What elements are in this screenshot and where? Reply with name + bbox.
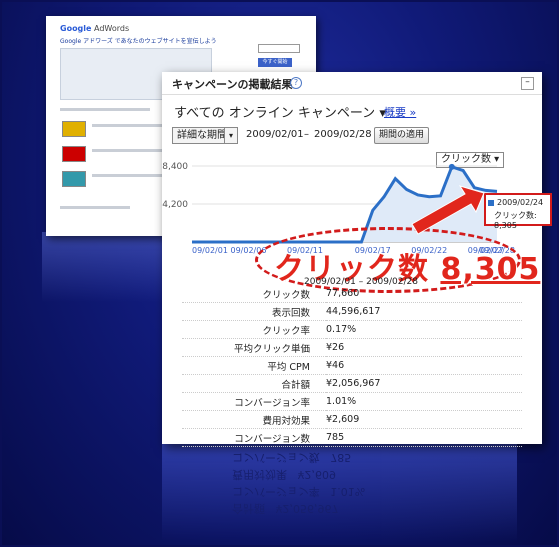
adwords-logo: Google AdWords: [60, 24, 130, 33]
stage: コンバージョン数 785 費用対効果 ¥2,609 コンバージョン率 1.01%…: [0, 0, 559, 547]
stat-label: コンバージョン数: [182, 428, 326, 447]
stat-label: 合計額: [182, 374, 326, 393]
stat-label: クリック率: [182, 320, 326, 339]
table-row: 合計額 ¥2,056,967: [182, 374, 522, 393]
reflection-row-text: コンバージョン率 1.01%: [232, 485, 366, 498]
logo-thumb: [62, 121, 86, 137]
stat-value: ¥26: [326, 338, 522, 357]
text-line: [60, 108, 150, 111]
table-row: 表示回数 44,596,617: [182, 302, 522, 321]
stat-label: 平均 CPM: [182, 356, 326, 375]
back-page-reflection: [42, 232, 172, 302]
stat-value: ¥2,609: [326, 410, 522, 429]
login-field: [258, 44, 300, 53]
stat-label: コンバージョン率: [182, 392, 326, 411]
logo-thumb: [62, 146, 86, 162]
table-row: 費用対効果 ¥2,609: [182, 410, 522, 429]
reflection-row-text: 合計額 ¥2,056,967: [232, 502, 339, 515]
table-row: クリック数 77,660: [182, 285, 522, 303]
callout-arrow: [411, 185, 485, 235]
campaign-results-panel: キャンペーンの掲載結果 ? – すべての オンライン キャンペーン ▾ 概要 »…: [162, 72, 552, 447]
stat-value: ¥46: [326, 356, 522, 375]
stat-value: 1.01%: [326, 392, 522, 411]
reflection-row-text: 費用対効果 ¥2,609: [232, 468, 336, 481]
stat-label: 平均クリック単価: [182, 338, 326, 357]
arrow-icon: [411, 185, 485, 235]
stat-value: 0.17%: [326, 320, 522, 339]
logo-thumb: [62, 171, 86, 187]
table-row: コンバージョン数 785: [182, 428, 522, 447]
table-row: クリック率 0.17%: [182, 320, 522, 339]
table-row: コンバージョン率 1.01%: [182, 392, 522, 411]
stat-value: ¥2,056,967: [326, 374, 522, 393]
panel-reflection: コンバージョン数 785 費用対効果 ¥2,609 コンバージョン率 1.01%…: [162, 442, 517, 542]
stat-value: 44,596,617: [326, 302, 522, 321]
table-row: 平均 CPM ¥46: [182, 356, 522, 375]
stat-label: クリック数: [182, 285, 326, 303]
text-line: [60, 206, 130, 209]
stat-value: 77,660: [326, 285, 522, 303]
reflection-row-text: コンバージョン数 785: [232, 451, 352, 464]
stat-label: 費用対効果: [182, 410, 326, 429]
stat-label: 表示回数: [182, 302, 326, 321]
stats-table: クリック数 77,660 表示回数 44,596,617 クリック率 0.17% 平均クリッ…: [182, 285, 522, 447]
start-button: 今すぐ開始: [258, 58, 292, 67]
stat-value: 785: [326, 428, 522, 447]
table-row: 平均クリック単価 ¥26: [182, 338, 522, 357]
adwords-headline: Google アドワーズ であなたのウェブサイトを宣伝しよう: [60, 38, 217, 45]
